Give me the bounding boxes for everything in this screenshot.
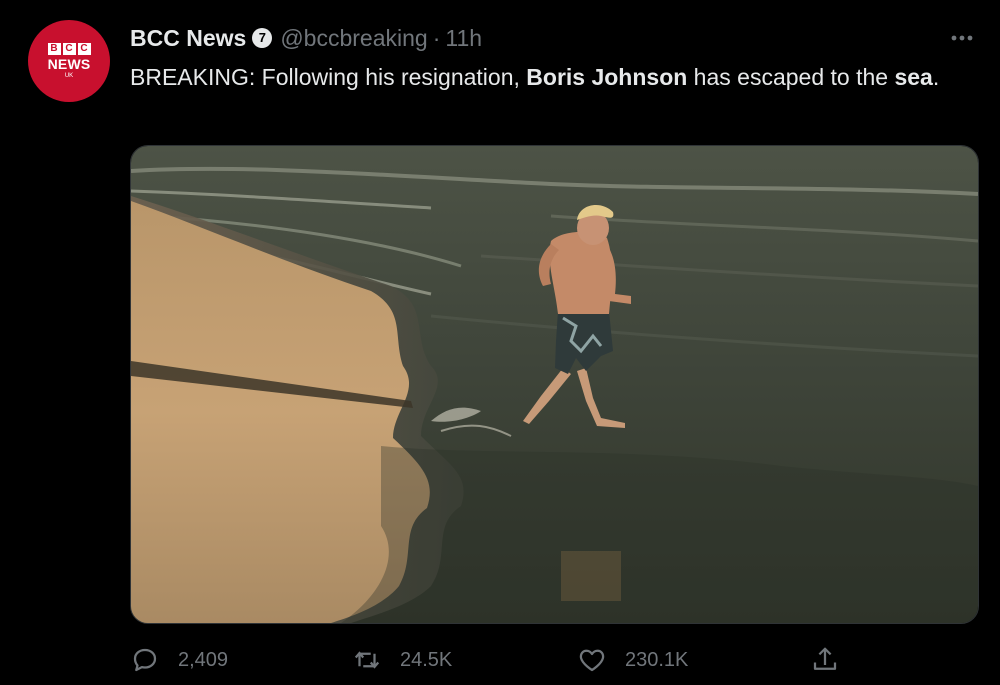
beach-photo — [131, 146, 978, 623]
reply-icon — [133, 648, 157, 672]
share-icon — [813, 647, 837, 670]
reply-button[interactable]: 2,409 — [130, 640, 228, 680]
more-horizontal-icon — [951, 35, 973, 41]
user-handle[interactable]: @bccbreaking — [280, 25, 427, 52]
more-options-button[interactable] — [948, 26, 976, 50]
like-count: 230.1K — [625, 648, 689, 671]
avatar-logo-block: C — [62, 42, 76, 55]
retweet-count: 24.5K — [400, 648, 453, 671]
heart-icon — [579, 649, 605, 672]
display-name[interactable]: BCC News — [130, 25, 246, 52]
share-button[interactable] — [810, 640, 840, 680]
avatar[interactable]: B C C NEWS UK — [28, 20, 110, 102]
retweet-button[interactable]: 24.5K — [352, 640, 452, 680]
tweet[interactable]: B C C NEWS UK BCC News 7 @bccbreaking · … — [0, 0, 1000, 685]
retweet-icon — [354, 651, 380, 669]
tweet-text-middle: has escaped to the — [687, 64, 895, 90]
tweet-media-photo[interactable] — [130, 145, 979, 624]
verified-badge-icon: 7 — [252, 28, 273, 48]
timestamp[interactable]: 11h — [445, 25, 482, 52]
tweet-text-mention-name: Boris Johnson — [526, 64, 688, 90]
reply-count: 2,409 — [178, 648, 229, 671]
avatar-logo-blocks: B C C — [47, 42, 91, 55]
avatar-logo-news: NEWS — [47, 55, 91, 72]
avatar-logo-uk: UK — [64, 72, 74, 79]
tweet-text-bold-word: sea — [894, 64, 933, 90]
like-button[interactable]: 230.1K — [577, 640, 688, 680]
avatar-logo-block: C — [77, 42, 91, 55]
tweet-header: BCC News 7 @bccbreaking · 11h — [130, 24, 482, 52]
separator-dot: · — [432, 24, 441, 51]
tweet-text-suffix: . — [932, 64, 940, 90]
tweet-text-prefix: BREAKING: Following his resignation, — [130, 64, 527, 90]
avatar-logo-block: B — [47, 42, 61, 55]
tweet-text: BREAKING: Following his resignation, Bor… — [130, 60, 970, 94]
tweet-actions: 2,409 24.5K 230.1K — [130, 640, 850, 680]
